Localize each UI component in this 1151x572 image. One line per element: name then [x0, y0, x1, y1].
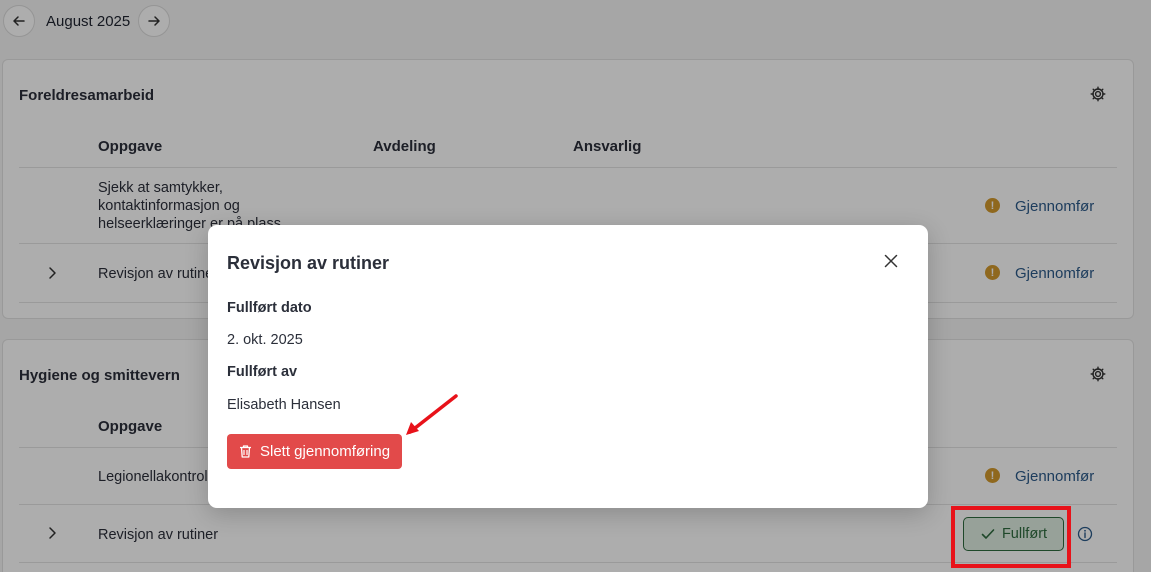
completion-dialog: Revisjon av rutiner Fullført dato 2. okt… — [208, 225, 928, 508]
delete-label: Slett gjennomføring — [260, 443, 391, 460]
completed-by-value: Elisabeth Hansen — [227, 397, 341, 413]
completed-date-label: Fullført dato — [227, 300, 312, 316]
trash-icon — [240, 445, 251, 458]
dialog-title: Revisjon av rutiner — [227, 253, 390, 273]
highlight-annotation — [951, 506, 1071, 568]
completed-by-label: Fullført av — [227, 364, 298, 380]
completed-date-value: 2. okt. 2025 — [227, 332, 303, 348]
close-button[interactable] — [882, 252, 900, 270]
delete-completion-button[interactable]: Slett gjennomføring — [227, 434, 402, 469]
close-icon — [884, 254, 898, 268]
arrow-annotation — [406, 394, 458, 435]
